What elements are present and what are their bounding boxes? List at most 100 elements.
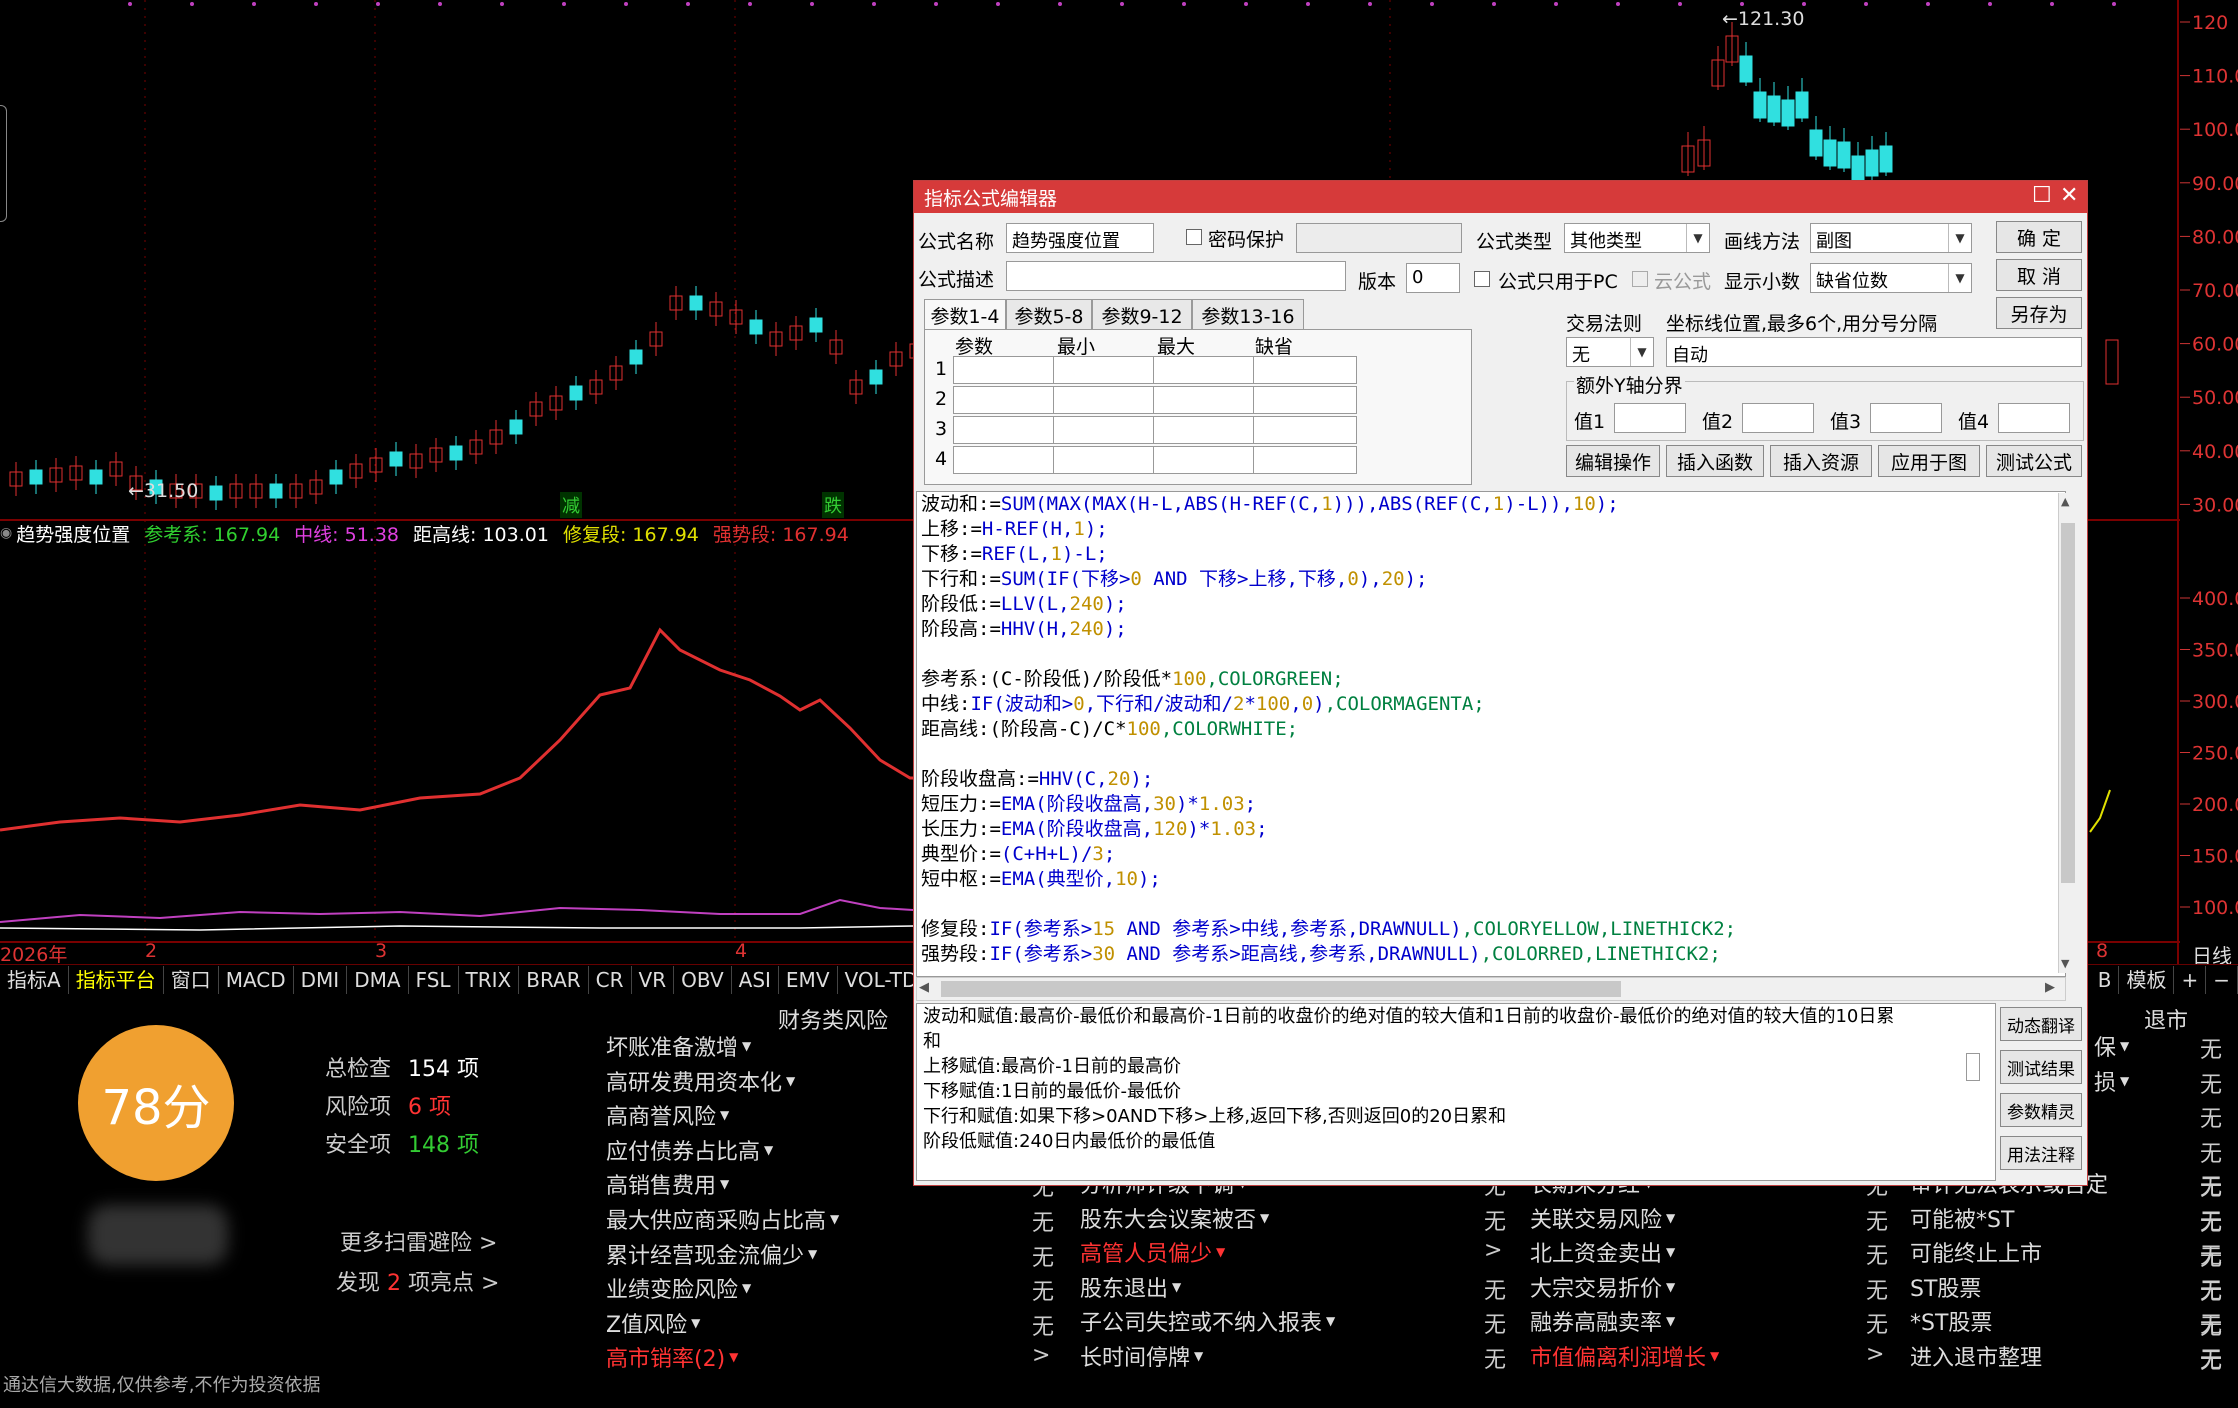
- decimals-select[interactable]: 缺省位数 ▼: [1810, 263, 1972, 293]
- pc-only-checkbox[interactable]: [1474, 271, 1490, 287]
- tab--[interactable]: 窗口: [164, 966, 219, 994]
- tab-right-1[interactable]: 模板: [2119, 966, 2175, 994]
- param-cell[interactable]: [1153, 446, 1257, 474]
- coord-input[interactable]: 自动: [1666, 337, 2082, 367]
- tab--[interactable]: 指标平台: [69, 966, 164, 994]
- formula-name-input[interactable]: 趋势强度位置: [1006, 223, 1154, 253]
- param-cell[interactable]: [1053, 416, 1157, 444]
- y-value-input[interactable]: [1998, 403, 2070, 433]
- close-icon[interactable]: ✕: [2060, 183, 2078, 208]
- tab-fsl[interactable]: FSL: [409, 966, 459, 994]
- risk-item[interactable]: 股东退出 ▼: [1080, 1271, 1181, 1303]
- chevron-down-icon[interactable]: ▼: [2120, 1074, 2129, 1088]
- dialog-action-button[interactable]: 插入函数: [1666, 445, 1764, 477]
- tab--a[interactable]: 指标A: [0, 966, 69, 994]
- risk-item[interactable]: 累计经营现金流偏少 ▼: [606, 1238, 817, 1270]
- chevron-down-icon[interactable]: ▼: [786, 1074, 795, 1088]
- risk-item[interactable]: 长时间停牌 ▼: [1080, 1340, 1203, 1372]
- tab-cr[interactable]: CR: [589, 966, 632, 994]
- chevron-down-icon[interactable]: ▼: [1666, 1314, 1675, 1328]
- dialog-action-button[interactable]: 测试公式: [1986, 445, 2082, 477]
- risk-item[interactable]: Z值风险 ▼: [606, 1307, 700, 1339]
- risk-item[interactable]: 进入退市整理: [1910, 1340, 2042, 1372]
- more-scan-link[interactable]: 更多扫雷避险 >: [340, 1225, 497, 1257]
- param-cell[interactable]: [953, 416, 1057, 444]
- risk-item[interactable]: 坏账准备激增 ▼: [606, 1030, 751, 1062]
- y-value-input[interactable]: [1614, 403, 1686, 433]
- tab-macd[interactable]: MACD: [219, 966, 294, 994]
- risk-item[interactable]: 市值偏离利润增长 ▼: [1530, 1340, 1719, 1372]
- y-value-input[interactable]: [1742, 403, 1814, 433]
- chevron-down-icon[interactable]: ▼: [1216, 1245, 1225, 1259]
- param-cell[interactable]: [1153, 356, 1257, 384]
- code-hscrollbar[interactable]: ◀ ▶: [916, 977, 2066, 1001]
- chevron-down-icon[interactable]: ▼: [1194, 1349, 1203, 1363]
- chevron-down-icon[interactable]: ▼: [742, 1039, 751, 1053]
- param-cell[interactable]: [1253, 446, 1357, 474]
- scroll-down-icon[interactable]: ▼: [2061, 957, 2069, 970]
- risk-item[interactable]: 可能终止上市: [1910, 1236, 2042, 1268]
- scroll-up-icon[interactable]: ▲: [2061, 495, 2069, 508]
- tab-params-5-8[interactable]: 参数5-8: [1006, 299, 1092, 330]
- side-button[interactable]: 参数精灵: [2000, 1093, 2082, 1127]
- tab-emv[interactable]: EMV: [779, 966, 838, 994]
- risk-item[interactable]: 损 ▼: [2094, 1065, 2129, 1097]
- param-cell[interactable]: [953, 356, 1057, 384]
- param-cell[interactable]: [1153, 386, 1257, 414]
- scroll-thumb[interactable]: [2061, 523, 2075, 883]
- chevron-down-icon[interactable]: ▼: [764, 1143, 773, 1157]
- tab-trix[interactable]: TRIX: [459, 966, 520, 994]
- risk-item[interactable]: 保 ▼: [2094, 1030, 2129, 1062]
- chevron-down-icon[interactable]: ▼: [691, 1316, 700, 1330]
- risk-item[interactable]: 应付债券占比高 ▼: [606, 1134, 773, 1166]
- dialog-action-button[interactable]: 应用于图: [1878, 445, 1980, 477]
- tab-dma[interactable]: DMA: [347, 966, 409, 994]
- version-input[interactable]: 0: [1406, 263, 1460, 293]
- chevron-down-icon[interactable]: ▼: [729, 1350, 738, 1364]
- chevron-down-icon[interactable]: ▼: [720, 1108, 729, 1122]
- risk-item[interactable]: 融券高融卖率 ▼: [1530, 1305, 1675, 1337]
- tab-dmi[interactable]: DMI: [294, 966, 348, 994]
- side-button[interactable]: 测试结果: [2000, 1050, 2082, 1084]
- side-button[interactable]: 动态翻译: [2000, 1007, 2082, 1041]
- scroll-right-icon[interactable]: ▶: [2045, 980, 2055, 995]
- password-input[interactable]: [1296, 223, 1462, 253]
- desc-scroll[interactable]: [1966, 1053, 1980, 1081]
- side-handle[interactable]: [0, 105, 7, 222]
- risk-item[interactable]: 可能被*ST: [1910, 1202, 2014, 1234]
- formula-code-editor[interactable]: 波动和:=SUM(MAX(MAX(H-L,ABS(H-REF(C,1))),AB…: [916, 491, 2066, 977]
- param-cell[interactable]: [1253, 386, 1357, 414]
- risk-item[interactable]: 大宗交易折价 ▼: [1530, 1271, 1675, 1303]
- chevron-down-icon[interactable]: ▼: [1260, 1211, 1269, 1225]
- draw-select[interactable]: 副图 ▼: [1810, 223, 1972, 253]
- param-cell[interactable]: [1053, 356, 1157, 384]
- cancel-button[interactable]: 取 消: [1996, 259, 2082, 291]
- param-cell[interactable]: [1053, 446, 1157, 474]
- risk-item[interactable]: 高市销率(2) ▼: [606, 1341, 738, 1373]
- tab-params-1-4[interactable]: 参数1-4: [924, 299, 1006, 330]
- tab-right-0[interactable]: B: [2091, 966, 2120, 994]
- dialog-action-button[interactable]: 编辑操作: [1566, 445, 1660, 477]
- tab-params-9-12[interactable]: 参数9-12: [1092, 299, 1192, 330]
- risk-item[interactable]: ST股票: [1910, 1271, 1981, 1303]
- password-checkbox[interactable]: [1186, 229, 1202, 245]
- ok-button[interactable]: 确 定: [1996, 221, 2082, 253]
- param-cell[interactable]: [1053, 386, 1157, 414]
- chevron-down-icon[interactable]: ▼: [1172, 1280, 1181, 1294]
- save-as-button[interactable]: 另存为: [1996, 297, 2082, 329]
- risk-item[interactable]: 高研发费用资本化 ▼: [606, 1065, 795, 1097]
- risk-item[interactable]: 北上资金卖出 ▼: [1530, 1236, 1675, 1268]
- risk-item[interactable]: 股东大会议案被否 ▼: [1080, 1202, 1269, 1234]
- chevron-down-icon[interactable]: ▼: [720, 1177, 729, 1191]
- type-select[interactable]: 其他类型 ▼: [1564, 223, 1710, 253]
- tab-right-2[interactable]: +: [2174, 966, 2207, 994]
- side-button[interactable]: 用法注释: [2000, 1136, 2082, 1170]
- risk-item[interactable]: 子公司失控或不纳入报表 ▼: [1080, 1305, 1335, 1337]
- chevron-down-icon[interactable]: ▼: [1710, 1349, 1719, 1363]
- cloud-checkbox[interactable]: [1632, 271, 1648, 287]
- tab-brar[interactable]: BRAR: [519, 966, 589, 994]
- chevron-down-icon[interactable]: ▼: [830, 1212, 839, 1226]
- dialog-title-bar[interactable]: 指标公式编辑器 ☐ ✕: [914, 181, 2087, 213]
- chevron-down-icon[interactable]: ▼: [1666, 1280, 1675, 1294]
- chevron-down-icon[interactable]: ▼: [1666, 1245, 1675, 1259]
